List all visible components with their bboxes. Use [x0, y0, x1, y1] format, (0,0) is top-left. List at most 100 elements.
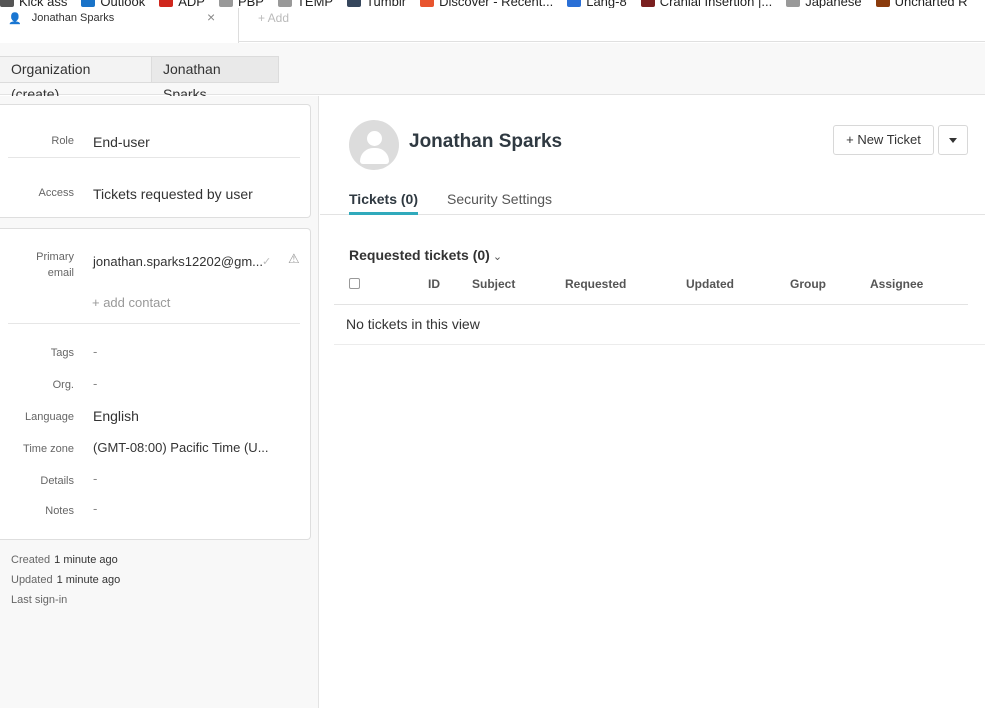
bookmark-item[interactable]: Uncharted R: [875, 0, 968, 8]
bookmark-label: TEMP: [296, 0, 334, 8]
bookmark-item[interactable]: Lang-8: [567, 0, 627, 8]
bookmark-icon: [81, 0, 96, 7]
avatar[interactable]: [349, 120, 399, 170]
created-meta: Created 1 minute ago: [11, 554, 118, 566]
avatar-body-shape: [360, 148, 389, 164]
close-icon[interactable]: ×: [207, 9, 215, 25]
column-subject[interactable]: Subject: [472, 277, 515, 291]
language-select[interactable]: English: [93, 408, 139, 424]
access-label: Access: [38, 187, 74, 199]
bookmark-item[interactable]: Cranial Insertion |...: [640, 0, 773, 8]
tab-strip: 👤 Jonathan Sparks × + Add: [0, 8, 985, 43]
page-title: Jonathan Sparks: [409, 131, 563, 152]
bookmark-icon: [640, 0, 655, 7]
email-label: Primary email: [36, 251, 74, 279]
tab-security-settings[interactable]: Security Settings: [447, 191, 552, 215]
divider: [334, 344, 985, 345]
add-tab-button[interactable]: + Add: [258, 11, 289, 25]
last-signin-label: Last sign-in: [11, 594, 68, 606]
notes-field[interactable]: -: [93, 501, 97, 516]
email-field[interactable]: jonathan.sparks12202@gm...: [93, 254, 263, 269]
org-field[interactable]: -: [93, 376, 97, 391]
timezone-label: Time zone: [23, 443, 74, 455]
chevron-down-icon: [949, 138, 957, 143]
user-tabs: Tickets (0) Security Settings: [320, 189, 985, 215]
details-label: Details: [40, 475, 74, 487]
warning-icon[interactable]: ⚠: [288, 251, 300, 267]
tickets-table-header: ID Subject Requested Updated Group Assig…: [334, 272, 968, 305]
new-ticket-button[interactable]: + New Ticket: [833, 125, 934, 155]
bookmark-icon: [786, 0, 801, 7]
requested-tickets-dropdown[interactable]: Requested tickets (0) ⌄: [349, 247, 502, 263]
bookmark-label: Uncharted R: [894, 0, 968, 8]
bookmark-label: Discover - Recent...: [439, 0, 554, 8]
bookmark-icon: [0, 0, 14, 7]
column-id[interactable]: ID: [428, 277, 440, 291]
access-select[interactable]: Tickets requested by user: [93, 186, 253, 202]
bookmark-item[interactable]: Japanese: [786, 0, 862, 8]
details-field[interactable]: -: [93, 471, 97, 486]
column-updated[interactable]: Updated: [686, 277, 734, 291]
bookmark-item[interactable]: PBP: [218, 0, 264, 8]
user-icon: 👤: [8, 13, 22, 25]
tab-jonathan-sparks[interactable]: 👤 Jonathan Sparks ×: [0, 8, 239, 43]
column-assignee[interactable]: Assignee: [870, 277, 923, 291]
bookmark-icon: [347, 0, 362, 7]
tab-title: Jonathan Sparks: [31, 12, 115, 24]
bookmark-item[interactable]: TEMP: [277, 0, 334, 8]
breadcrumb-organization[interactable]: Organization (create): [0, 56, 152, 102]
divider: [8, 323, 300, 324]
bookmark-item[interactable]: Tumblr: [347, 0, 406, 8]
column-requested[interactable]: Requested: [565, 277, 626, 291]
bookmark-icon: [159, 0, 174, 7]
language-label: Language: [25, 411, 74, 423]
bookmark-item[interactable]: Outlook: [81, 0, 145, 8]
bookmark-icon: [875, 0, 890, 7]
created-value: 1 minute ago: [54, 554, 118, 566]
bookmark-label: Kick ass: [19, 0, 68, 8]
requested-tickets-title: Requested tickets (0): [349, 247, 490, 263]
bookmark-label: Lang-8: [586, 0, 627, 8]
bookmark-item[interactable]: Kick ass: [0, 0, 67, 8]
tags-label: Tags: [50, 347, 74, 359]
user-main-pane: Jonathan Sparks + New Ticket Tickets (0)…: [320, 96, 985, 708]
created-label: Created: [11, 554, 51, 566]
bookmark-item[interactable]: Discover - Recent...: [420, 0, 553, 8]
updated-label: Updated: [11, 574, 53, 586]
column-group[interactable]: Group: [790, 277, 826, 291]
checkmark-icon: ✓: [262, 256, 272, 268]
select-all-checkbox[interactable]: [349, 278, 360, 289]
actions-dropdown-button[interactable]: [938, 125, 968, 155]
role-label: Role: [51, 135, 74, 147]
bookmark-icon: [420, 0, 435, 7]
bookmark-icon: [218, 0, 233, 7]
bookmark-icon: [567, 0, 582, 7]
bookmarks-bar: Kick ass Outlook ADP PBP TEMP Tumblr Discover …: [0, 0, 985, 8]
updated-meta: Updated 1 minute ago: [11, 574, 120, 586]
updated-value: 1 minute ago: [56, 574, 121, 586]
bookmark-label: Tumblr: [366, 0, 407, 8]
contact-card: Primary email jonathan.sparks12202@gm...…: [0, 228, 311, 540]
bookmark-icon: [277, 0, 292, 7]
chevron-down-icon: ⌄: [492, 251, 503, 263]
divider: [8, 157, 300, 158]
bookmark-label: Cranial Insertion |...: [659, 0, 773, 8]
add-contact-link[interactable]: + add contact: [92, 295, 170, 310]
bookmark-label: Outlook: [100, 0, 146, 8]
bookmark-label: ADP: [178, 0, 205, 8]
bookmark-label: Japanese: [805, 0, 862, 8]
breadcrumb-user[interactable]: Jonathan Sparks: [151, 56, 279, 102]
empty-state-text: No tickets in this view: [346, 316, 480, 332]
notes-label: Notes: [45, 505, 74, 517]
bookmark-label: PBP: [237, 0, 264, 8]
role-card: Role End-user Access Tickets requested b…: [0, 104, 311, 218]
avatar-head-shape: [367, 131, 382, 146]
tab-tickets[interactable]: Tickets (0): [349, 191, 418, 215]
timezone-select[interactable]: (GMT-08:00) Pacific Time (U...: [93, 440, 269, 455]
org-label: Org.: [52, 379, 74, 391]
user-properties-panel: Role End-user Access Tickets requested b…: [0, 96, 319, 708]
breadcrumb: Organization (create) Jonathan Sparks: [0, 43, 985, 102]
tags-field[interactable]: -: [93, 344, 97, 359]
role-select[interactable]: End-user: [93, 134, 150, 150]
bookmark-item[interactable]: ADP: [159, 0, 205, 8]
